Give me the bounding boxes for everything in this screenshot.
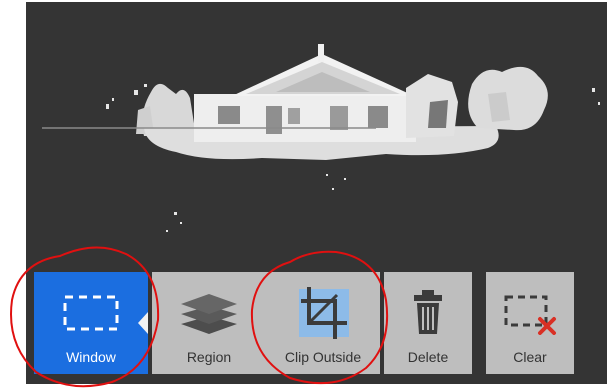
region-tool-label: Region [186, 349, 232, 365]
region-tool-button[interactable]: Region [152, 272, 266, 374]
window-tool-label: Window [66, 349, 116, 365]
app-window: Window Region Clip Outside Delete Clear [0, 0, 607, 390]
window-tool-button[interactable]: Window [34, 272, 148, 374]
delete-tool-button[interactable]: Delete [384, 272, 472, 374]
trash-icon [384, 284, 472, 342]
active-tool-pointer [138, 312, 148, 334]
layers-icon [152, 284, 266, 342]
crop-icon [266, 284, 380, 342]
clip-outside-tool-button[interactable]: Clip Outside [266, 272, 380, 374]
clear-tool-label: Clear [513, 349, 547, 365]
clear-tool-button[interactable]: Clear [486, 272, 574, 374]
window-select-icon [34, 284, 148, 342]
delete-tool-label: Delete [407, 349, 449, 365]
clear-selection-icon [486, 284, 574, 342]
clip-outside-tool-label: Clip Outside [284, 349, 362, 365]
